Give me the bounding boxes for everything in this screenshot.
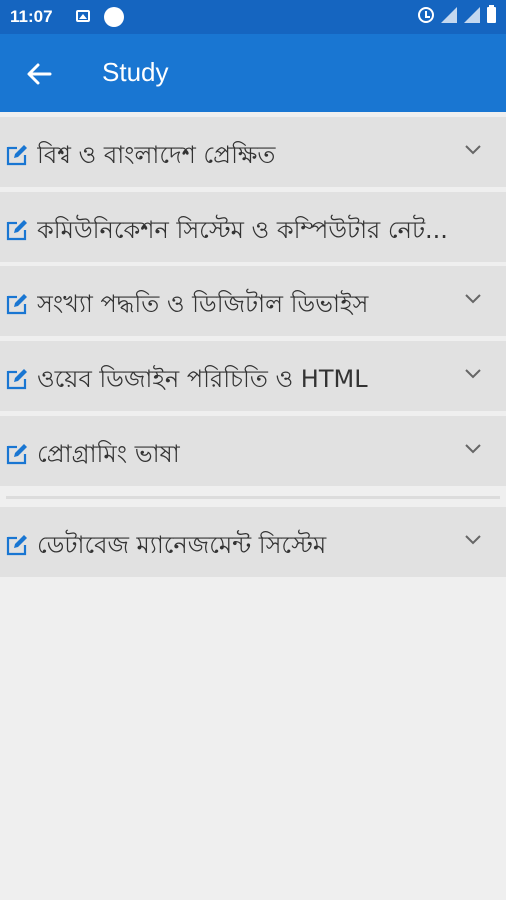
edit-icon <box>6 145 27 166</box>
image-notification-icon <box>76 10 90 22</box>
circle-notification-icon <box>104 7 124 27</box>
alarm-icon <box>418 7 434 23</box>
edit-icon <box>6 220 27 241</box>
topic-item[interactable]: ডেটাবেজ ম্যানেজমেন্ট সিস্টেম <box>0 507 506 577</box>
back-button[interactable] <box>20 54 60 94</box>
topic-item[interactable]: বিশ্ব ও বাংলাদেশ প্রেক্ষিত <box>0 117 506 187</box>
topic-label: কমিউনিকেশন সিস্টেম ও কম্পিউটার নেট... <box>37 216 448 244</box>
status-bar: 11:07 <box>0 0 506 34</box>
signal-icon-2 <box>464 7 480 23</box>
status-icons <box>418 5 496 23</box>
topic-label: সংখ্যা পদ্ধতি ও ডিজিটাল ডিভাইস <box>37 290 369 318</box>
topic-item[interactable]: প্রোগ্রামিং ভাষা <box>0 416 506 486</box>
page-title: Study <box>102 57 169 87</box>
topic-item[interactable]: সংখ্যা পদ্ধতি ও ডিজিটাল ডিভাইস <box>0 266 506 336</box>
chevron-down-icon[interactable] <box>464 443 482 455</box>
edit-icon <box>6 369 27 390</box>
chevron-down-icon[interactable] <box>464 144 482 156</box>
arrow-back-icon <box>27 63 52 85</box>
topic-label: ডেটাবেজ ম্যানেজমেন্ট সিস্টেম <box>37 531 327 559</box>
edit-icon <box>6 294 27 315</box>
signal-icon <box>441 7 457 23</box>
divider <box>6 496 500 499</box>
topic-item[interactable]: কমিউনিকেশন সিস্টেম ও কম্পিউটার নেট... <box>0 192 506 262</box>
status-time: 11:07 <box>10 7 53 26</box>
app-bar: Study <box>0 34 506 112</box>
chevron-down-icon[interactable] <box>464 368 482 380</box>
chevron-down-icon[interactable] <box>464 293 482 305</box>
chevron-down-icon[interactable] <box>464 534 482 546</box>
edit-icon <box>6 535 27 556</box>
topic-item[interactable]: ওয়েব ডিজাইন পরিচিতি ও HTML <box>0 341 506 411</box>
edit-icon <box>6 444 27 465</box>
topic-label: ওয়েব ডিজাইন পরিচিতি ও HTML <box>37 365 368 393</box>
topic-label: বিশ্ব ও বাংলাদেশ প্রেক্ষিত <box>37 141 276 169</box>
battery-icon <box>487 5 496 23</box>
topic-label: প্রোগ্রামিং ভাষা <box>37 440 180 468</box>
